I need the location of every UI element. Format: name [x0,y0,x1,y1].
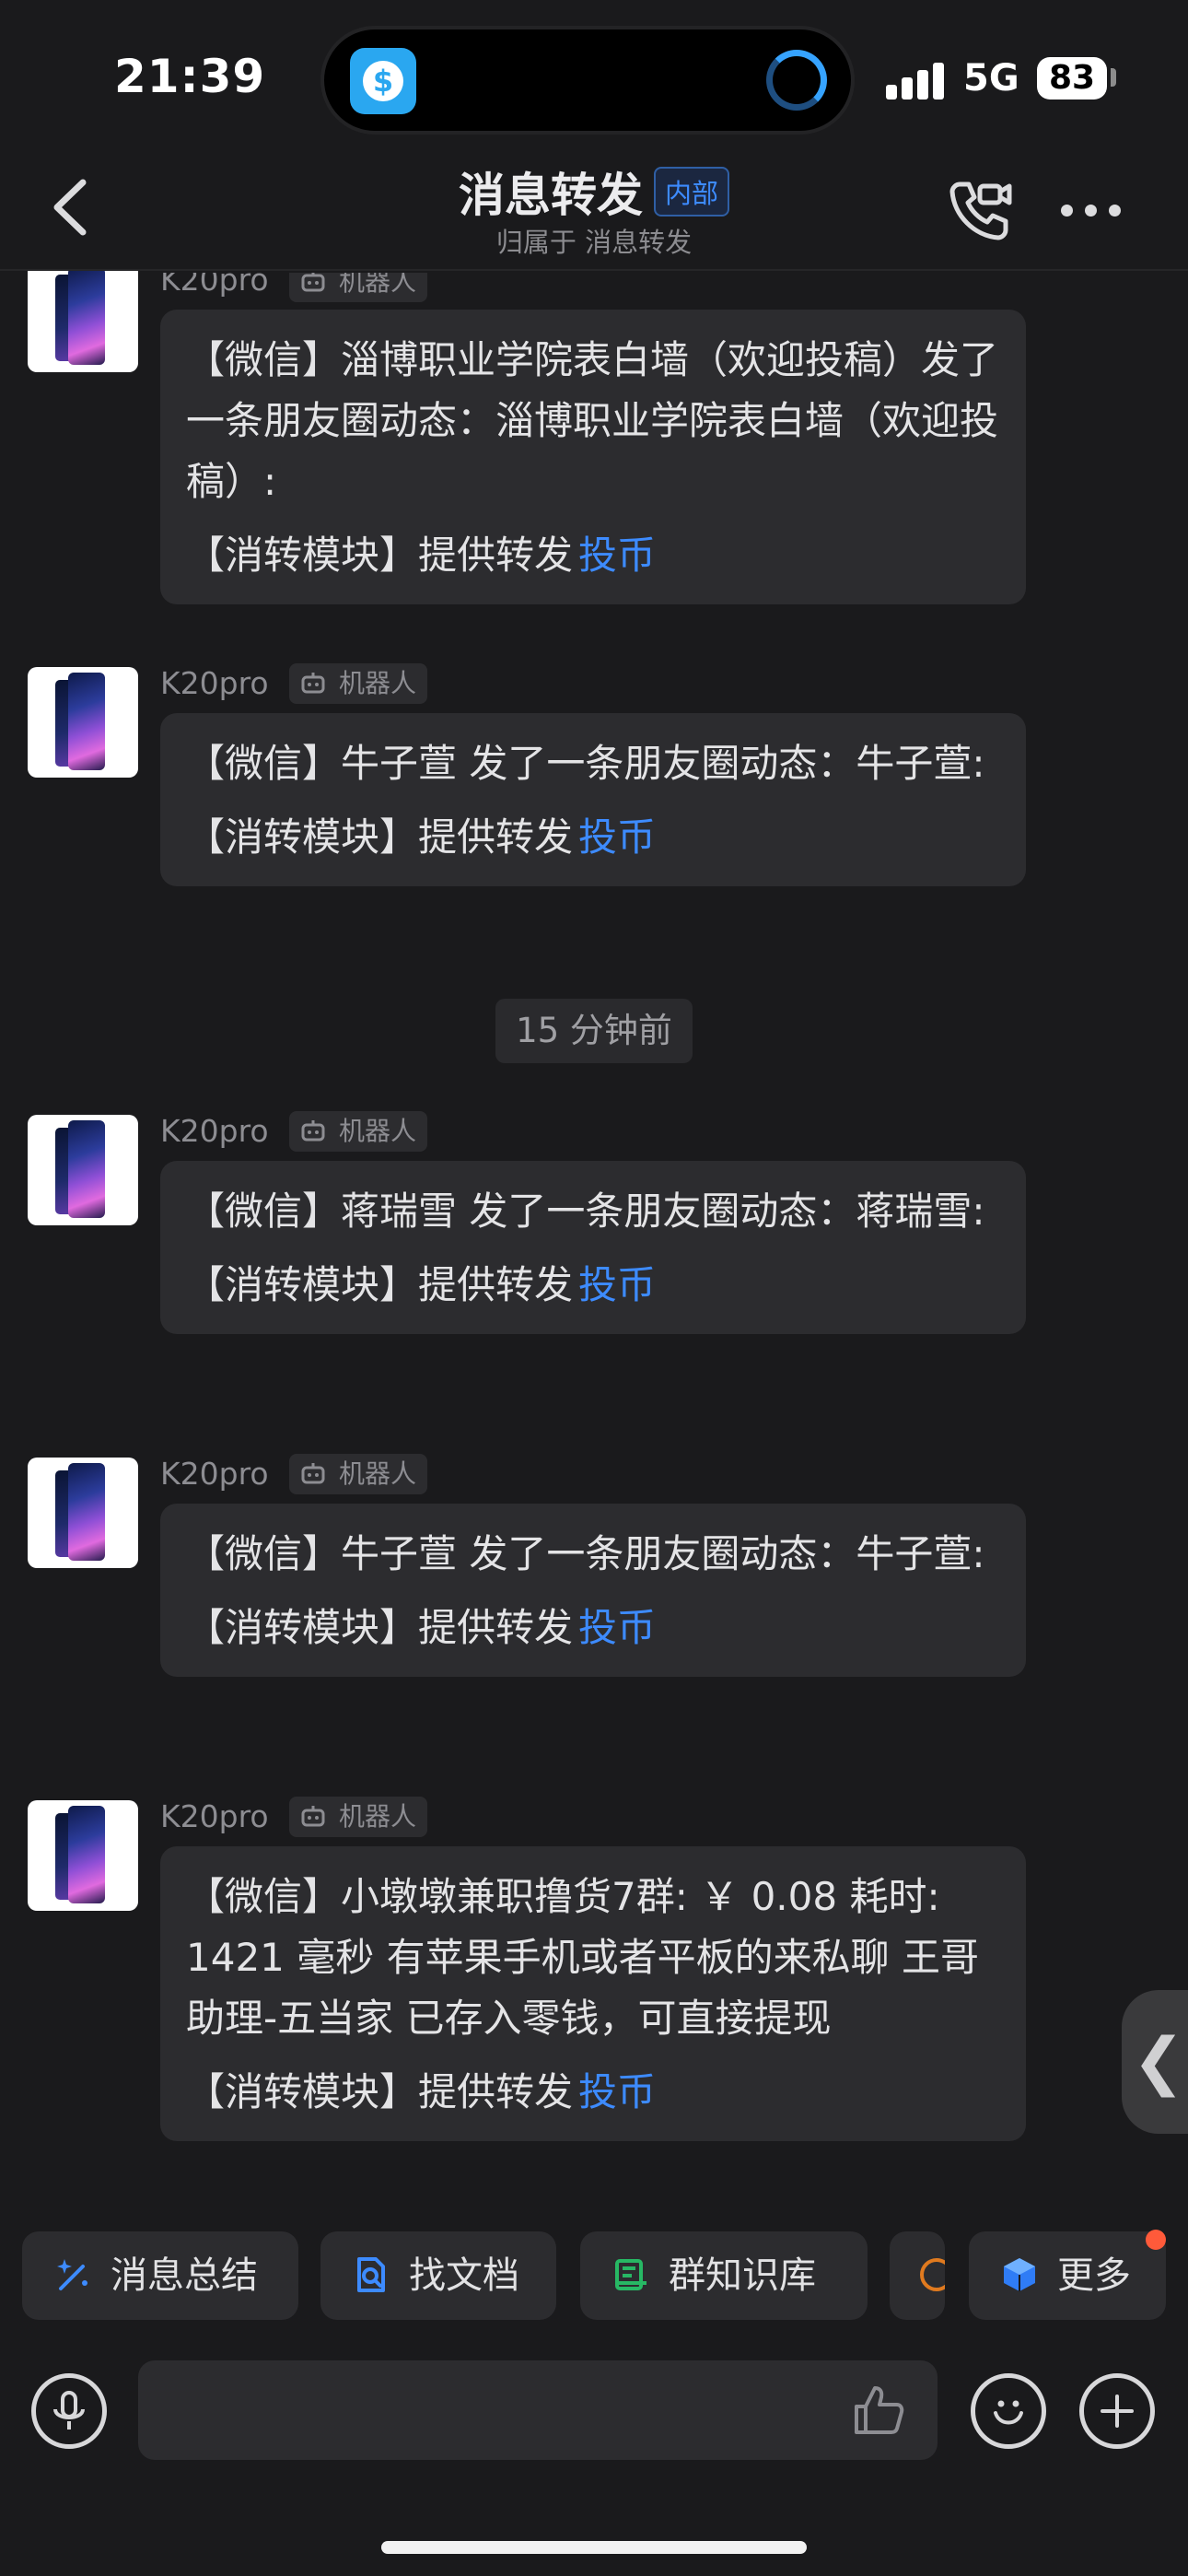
message-bubble[interactable]: 【微信】牛子萱 发了一条朋友圈动态：牛子萱: 【消转模块】提供转发 投币 [160,1504,1026,1677]
robot-icon [301,273,325,292]
nav-divider [0,269,1188,271]
cube-icon [1004,2258,1035,2291]
time-divider: 15 分钟前 [495,999,693,1063]
footer-text: 【消转模块】提供转发 [186,814,574,860]
message-bubble[interactable]: 【微信】小墩墩兼职撸货7群: ￥ 0.08 耗时: 1421 毫秒 有苹果手机或… [160,1846,1026,2141]
robot-icon [301,1463,325,1484]
footer-text: 【消转模块】提供转发 [186,533,574,578]
message-bubble[interactable]: 【微信】牛子萱 发了一条朋友圈动态：牛子萱: 【消转模块】提供转发 投币 [160,713,1026,886]
internal-badge: 内部 [653,167,729,217]
message-footer: 【消转模块】提供转发 投币 [186,1598,1000,1658]
app-activity-icon[interactable]: $ [350,48,416,114]
coin-link[interactable]: 投币 [578,814,656,860]
page-title: 消息转发 [458,169,643,222]
progress-ring-icon [766,50,827,111]
footer-text: 【消转模块】提供转发 [186,2069,574,2114]
sender-name[interactable]: K20pro [160,1113,269,1149]
message-bubble[interactable]: 【微信】淄博职业学院表白墙（欢迎投稿）发了一条朋友圈动态：淄博职业学院表白墙（欢… [160,310,1026,604]
doc-search-icon [357,2257,385,2292]
footer-text: 【消转模块】提供转发 [186,1262,574,1307]
chip-partial[interactable] [890,2231,945,2320]
robot-tag: 机器人 [289,1454,428,1494]
message-input[interactable] [138,2360,938,2460]
knowledge-base-icon [615,2259,646,2290]
coin-link[interactable]: 投币 [578,1605,656,1650]
robot-tag: 机器人 [289,273,428,302]
sender-avatar[interactable] [28,1800,138,1911]
phone-video-call-icon[interactable] [945,175,1015,245]
robot-tag: 机器人 [289,663,428,704]
robot-tag-label: 机器人 [339,1458,417,1489]
chip-group-knowledge[interactable]: 群知识库 [580,2231,868,2320]
battery-icon: 83 [1037,57,1107,100]
robot-icon [301,1120,325,1142]
sender-name[interactable]: K20pro [160,273,269,298]
message-footer: 【消转模块】提供转发 投币 [186,1255,1000,1316]
chip-label: 找文档 [409,2254,519,2297]
sender-name[interactable]: K20pro [160,1798,269,1834]
more-options-icon[interactable] [1055,195,1125,223]
notification-dot [1146,2230,1166,2250]
thumbs-up-icon[interactable] [849,2381,908,2440]
message-footer: 【消转模块】提供转发 投币 [186,807,1000,868]
chip-label: 更多 [1057,2254,1131,2297]
partial-icon [920,2258,945,2291]
coin-link[interactable]: 投币 [578,1262,656,1307]
status-time: 21:39 [114,50,266,103]
footer-text: 【消转模块】提供转发 [186,1605,574,1650]
robot-tag: 机器人 [289,1797,428,1837]
chip-message-summary[interactable]: 消息总结 [22,2231,298,2320]
robot-tag: 机器人 [289,1111,428,1152]
sender-avatar[interactable] [28,1115,138,1225]
sparkle-pen-icon [57,2259,87,2290]
plus-icon [1101,2395,1134,2428]
battery-cap [1111,68,1116,87]
message-bubble[interactable]: 【微信】蒋瑞雪 发了一条朋友圈动态：蒋瑞雪: 【消转模块】提供转发 投币 [160,1161,1026,1334]
message-text: 【微信】牛子萱 发了一条朋友圈动态：牛子萱: [186,1531,985,1576]
microphone-icon [53,2391,85,2430]
message-text: 【微信】小墩墩兼职撸货7群: ￥ 0.08 耗时: 1421 毫秒 有苹果手机或… [186,1874,979,2041]
smile-icon [994,2400,1023,2425]
emoji-button[interactable] [971,2373,1046,2449]
coin-link[interactable]: 投币 [578,2069,656,2114]
sender-name[interactable]: K20pro [160,1456,269,1492]
robot-tag-label: 机器人 [339,1801,417,1832]
chip-label: 消息总结 [111,2254,258,2297]
side-panel-tab[interactable]: ❮ [1122,1990,1188,2134]
robot-icon [301,673,325,694]
chip-find-doc[interactable]: 找文档 [320,2231,556,2320]
robot-icon [301,1806,325,1827]
message-footer: 【消转模块】提供转发 投币 [186,525,1000,586]
robot-tag-label: 机器人 [339,668,417,698]
message-text: 【微信】牛子萱 发了一条朋友圈动态：牛子萱: [186,741,985,786]
network-type: 5G [963,57,1019,100]
message-text: 【微信】淄博职业学院表白墙（欢迎投稿）发了一条朋友圈动态：淄博职业学院表白墙（欢… [186,337,999,504]
sender-name[interactable]: K20pro [160,665,269,701]
chip-more[interactable]: 更多 [969,2231,1166,2320]
add-attachment-button[interactable] [1079,2373,1155,2449]
sender-avatar[interactable] [28,271,138,372]
message-footer: 【消转模块】提供转发 投币 [186,2062,1000,2123]
message-text: 【微信】蒋瑞雪 发了一条朋友圈动态：蒋瑞雪: [186,1188,985,1234]
sender-avatar[interactable] [28,1458,138,1568]
sender-avatar[interactable] [28,667,138,778]
home-indicator[interactable] [381,2541,807,2554]
robot-tag-label: 机器人 [339,1116,417,1146]
signal-icon [886,63,945,100]
chip-label: 群知识库 [669,2254,816,2297]
coin-link[interactable]: 投币 [578,533,656,578]
voice-input-button[interactable] [31,2373,107,2449]
